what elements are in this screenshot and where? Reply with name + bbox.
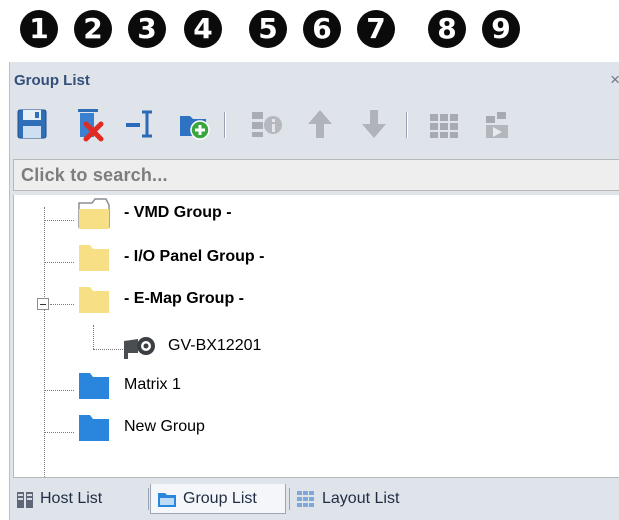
tab-label: Group List xyxy=(183,490,257,507)
tab-host-list[interactable]: Host List xyxy=(14,484,142,514)
tree-connector xyxy=(44,262,74,263)
toolbar-separator xyxy=(224,112,226,138)
tree-connector xyxy=(44,207,45,495)
layout-list-icon xyxy=(297,491,314,507)
host-list-icon xyxy=(17,492,33,508)
group-list-panel: Group List × Click to search... - VMD Gr… xyxy=(9,62,619,520)
folder-icon xyxy=(79,415,109,441)
move-up-icon xyxy=(308,110,332,138)
tab-group-list[interactable]: Group List xyxy=(150,484,286,514)
tree-item-label: GV-BX12201 xyxy=(168,337,262,354)
save-icon xyxy=(17,109,47,139)
layout-button[interactable] xyxy=(426,106,462,142)
tree-connector xyxy=(50,304,74,305)
camera-icon xyxy=(124,337,155,359)
open-folder-icon xyxy=(78,198,110,229)
tree-connector xyxy=(44,220,74,221)
tree-item-label: New Group xyxy=(124,418,205,435)
callout-7: 7 xyxy=(357,10,395,48)
callout-1: 1 xyxy=(20,10,58,48)
tree-item-emap-group[interactable]: - E-Map Group - xyxy=(76,287,376,317)
tree-item-label: - E-Map Group - xyxy=(124,290,244,307)
callout-row: 1 2 3 4 5 6 7 8 9 xyxy=(0,0,619,60)
folder-icon xyxy=(79,373,109,399)
group-tree: - VMD Group - - I/O Panel Group - - E-Ma… xyxy=(13,195,619,495)
tree-item-new-group[interactable]: New Group xyxy=(76,415,376,445)
layout-icon xyxy=(430,114,458,138)
callout-6: 6 xyxy=(303,10,341,48)
rename-button[interactable] xyxy=(122,106,158,142)
close-icon[interactable]: × xyxy=(610,70,619,90)
tab-label: Host List xyxy=(40,490,103,507)
minus-icon xyxy=(40,304,46,305)
move-down-icon xyxy=(362,110,386,138)
tree-item-vmd-group[interactable]: - VMD Group - xyxy=(76,198,376,231)
search-input[interactable]: Click to search... xyxy=(13,159,619,191)
settings-icon xyxy=(252,112,282,137)
tree-item-camera[interactable]: GV-BX12201 xyxy=(122,335,422,365)
tree-item-label: - VMD Group - xyxy=(124,204,232,221)
callout-2: 2 xyxy=(74,10,112,48)
delete-button[interactable] xyxy=(70,106,106,142)
tab-label: Layout List xyxy=(322,490,400,507)
play-icon xyxy=(486,112,508,138)
tree-connector xyxy=(93,349,123,350)
tree-item-matrix-1[interactable]: Matrix 1 xyxy=(76,373,376,403)
folder-icon xyxy=(79,287,109,313)
move-up-button[interactable] xyxy=(302,106,338,142)
tree-connector xyxy=(44,390,74,391)
add-group-button[interactable] xyxy=(176,106,212,142)
search-placeholder: Click to search... xyxy=(21,165,168,185)
tab-separator xyxy=(148,488,149,510)
add-group-icon xyxy=(180,116,210,140)
tree-connector xyxy=(44,432,74,433)
save-button[interactable] xyxy=(14,106,50,142)
tree-item-label: Matrix 1 xyxy=(124,376,181,393)
bottom-tabs: Host List Group List Layout List xyxy=(10,478,619,520)
folder-icon xyxy=(79,245,109,271)
callout-3: 3 xyxy=(128,10,166,48)
callout-4: 4 xyxy=(184,10,222,48)
group-settings-button[interactable] xyxy=(248,106,284,142)
move-down-button[interactable] xyxy=(356,106,392,142)
toolbar xyxy=(10,102,619,148)
panel-titlebar: Group List × xyxy=(10,62,619,98)
panel-title: Group List xyxy=(14,72,90,89)
callout-9: 9 xyxy=(482,10,520,48)
delete-icon xyxy=(78,109,104,142)
tree-connector xyxy=(93,325,94,349)
tab-separator xyxy=(289,488,290,510)
toolbar-separator xyxy=(406,112,408,138)
play-button[interactable] xyxy=(480,106,516,142)
group-list-icon xyxy=(158,493,176,507)
callout-5: 5 xyxy=(249,10,287,48)
callout-8: 8 xyxy=(428,10,466,48)
rename-icon xyxy=(126,110,152,138)
tree-item-io-panel-group[interactable]: - I/O Panel Group - xyxy=(76,245,376,275)
tab-layout-list[interactable]: Layout List xyxy=(292,484,432,514)
tree-item-label: - I/O Panel Group - xyxy=(124,248,265,265)
collapse-toggle[interactable] xyxy=(37,298,49,310)
